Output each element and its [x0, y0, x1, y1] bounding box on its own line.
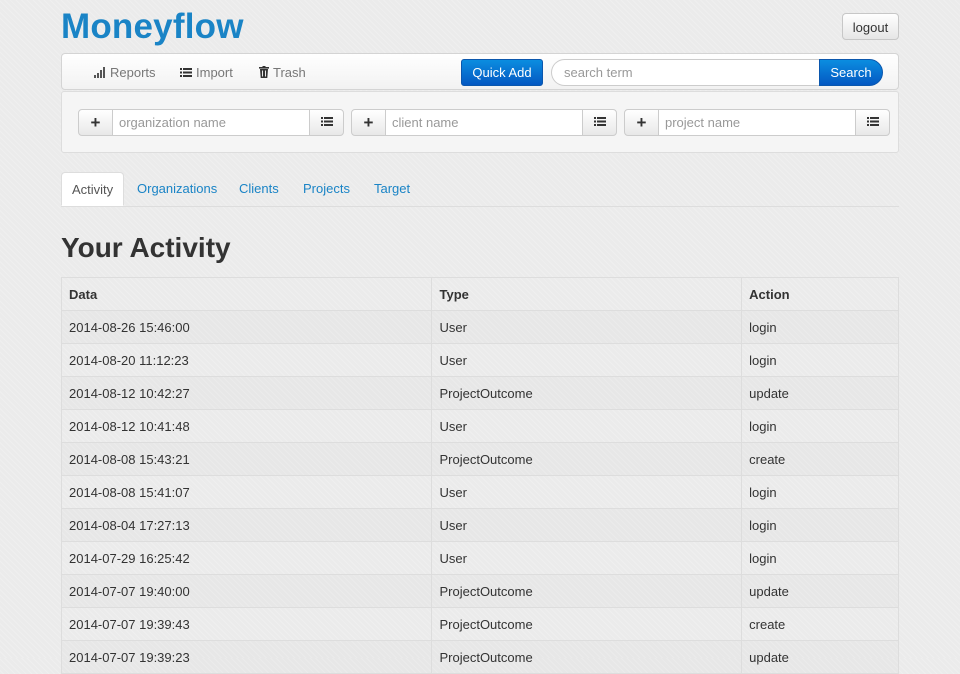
cell-action: login [741, 343, 899, 377]
table-row: 2014-08-08 15:43:21 ProjectOutcome create [60, 442, 899, 476]
cell-type: User [431, 343, 743, 377]
organization-list-button[interactable] [309, 109, 344, 136]
cell-action: login [741, 508, 899, 542]
plus-icon: + [636, 113, 647, 132]
cell-date: 2014-08-12 10:42:27 [60, 376, 433, 410]
column-header-action: Action [741, 277, 899, 311]
cell-type: User [431, 541, 743, 575]
cell-type: User [431, 508, 743, 542]
project-list-button[interactable] [855, 109, 890, 136]
cell-action: update [741, 640, 899, 674]
cell-date: 2014-07-07 19:39:23 [60, 640, 433, 674]
client-name-input[interactable] [386, 109, 582, 136]
cell-date: 2014-08-08 15:43:21 [60, 442, 433, 476]
cell-type: ProjectOutcome [431, 574, 743, 608]
nav-item-import[interactable]: Import [180, 54, 233, 91]
cell-date: 2014-07-29 16:25:42 [60, 541, 433, 575]
cell-date: 2014-07-07 19:40:00 [60, 574, 433, 608]
cell-date: 2014-08-04 17:27:13 [60, 508, 433, 542]
plus-icon: + [90, 113, 101, 132]
client-list-button[interactable] [582, 109, 617, 136]
cell-date: 2014-08-20 11:12:23 [60, 343, 433, 377]
table-row: 2014-07-07 19:39:23 ProjectOutcome update [60, 640, 899, 674]
plus-icon: + [363, 113, 374, 132]
cell-type: ProjectOutcome [431, 442, 743, 476]
tab-target[interactable]: Target [374, 172, 410, 205]
tab-activity[interactable]: Activity [61, 172, 125, 206]
table-row: 2014-08-20 11:12:23 User login [60, 343, 899, 377]
nav-item-label: Trash [273, 65, 306, 80]
quick-add-panel: + + + [61, 91, 899, 153]
list-icon [180, 55, 192, 92]
search-button[interactable]: Search [819, 59, 883, 86]
cell-date: 2014-08-08 15:41:07 [60, 475, 433, 509]
add-organization-button[interactable]: + [78, 109, 113, 136]
cell-action: update [741, 574, 899, 608]
table-row: 2014-08-26 15:46:00 User login [60, 310, 899, 344]
table-row: 2014-07-29 16:25:42 User login [60, 541, 899, 575]
logout-button[interactable]: logout [842, 13, 899, 40]
organization-name-input[interactable] [113, 109, 309, 136]
cell-action: login [741, 475, 899, 509]
quick-add-button[interactable]: Quick Add [461, 59, 543, 86]
table-header-row: Data Type Action [60, 277, 899, 311]
table-row: 2014-07-07 19:39:43 ProjectOutcome create [60, 607, 899, 641]
page-title: Your Activity [61, 232, 231, 263]
cell-type: ProjectOutcome [431, 376, 743, 410]
main-tabs: Activity Organizations Clients Projects … [61, 172, 899, 207]
list-icon [320, 115, 333, 130]
organization-input-group: + [78, 109, 344, 136]
add-client-button[interactable]: + [351, 109, 386, 136]
search-input[interactable] [551, 59, 820, 86]
cell-action: create [741, 442, 899, 476]
list-icon [866, 115, 879, 130]
table-row: 2014-08-12 10:42:27 ProjectOutcome update [60, 376, 899, 410]
cell-action: login [741, 541, 899, 575]
nav-item-label: Reports [110, 65, 156, 80]
bar-chart-icon [94, 55, 106, 92]
cell-date: 2014-08-12 10:41:48 [60, 409, 433, 443]
nav-item-label: Import [196, 65, 233, 80]
column-header-data: Data [60, 277, 433, 311]
column-header-type: Type [431, 277, 743, 311]
tab-organizations[interactable]: Organizations [137, 172, 217, 205]
project-input-group: + [624, 109, 890, 136]
cell-action: login [741, 409, 899, 443]
cell-type: ProjectOutcome [431, 607, 743, 641]
project-name-input[interactable] [659, 109, 855, 136]
tab-projects[interactable]: Projects [303, 172, 350, 205]
add-project-button[interactable]: + [624, 109, 659, 136]
cell-type: User [431, 475, 743, 509]
nav-item-trash[interactable]: Trash [259, 54, 306, 91]
cell-type: ProjectOutcome [431, 640, 743, 674]
cell-date: 2014-08-26 15:46:00 [60, 310, 433, 344]
activity-table: Data Type Action 2014-08-26 15:46:00 User… [60, 277, 899, 674]
cell-action: login [741, 310, 899, 344]
table-row: 2014-08-08 15:41:07 User login [60, 475, 899, 509]
list-icon [593, 115, 606, 130]
app-logo[interactable]: Moneyflow [61, 7, 244, 47]
table-row: 2014-07-07 19:40:00 ProjectOutcome update [60, 574, 899, 608]
cell-action: create [741, 607, 899, 641]
tab-clients[interactable]: Clients [239, 172, 279, 205]
table-row: 2014-08-12 10:41:48 User login [60, 409, 899, 443]
trash-icon [259, 55, 269, 92]
cell-type: User [431, 409, 743, 443]
cell-date: 2014-07-07 19:39:43 [60, 607, 433, 641]
top-navbar: Reports Import Trash Quick Add Search [61, 53, 899, 90]
nav-item-reports[interactable]: Reports [94, 54, 156, 91]
cell-type: User [431, 310, 743, 344]
client-input-group: + [351, 109, 617, 136]
table-row: 2014-08-04 17:27:13 User login [60, 508, 899, 542]
cell-action: update [741, 376, 899, 410]
